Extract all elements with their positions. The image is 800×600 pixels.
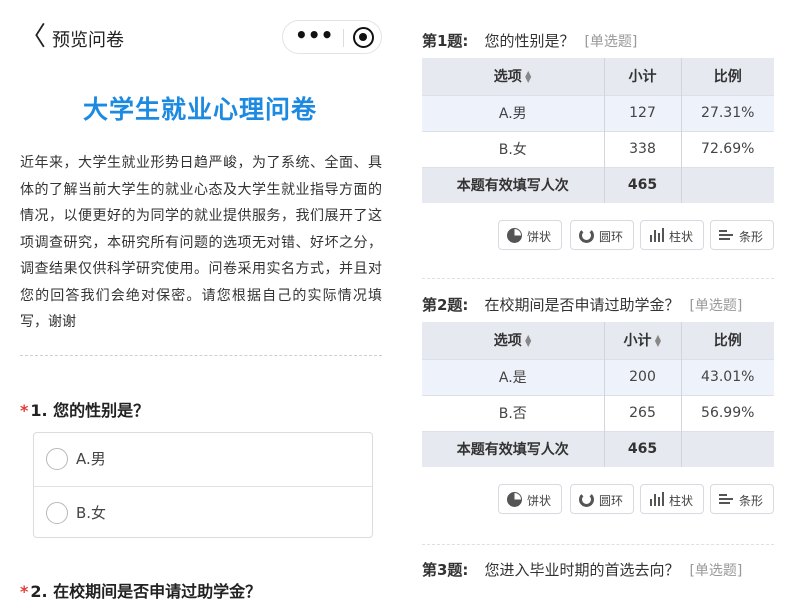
question-text: 在校期间是否申请过助学金？ — [484, 296, 680, 314]
question-number: 第1题: — [422, 32, 469, 50]
nav-bar: 〈 预览问卷 ••• — [0, 18, 400, 58]
survey-intro: 近年来，大学生就业形势日趋严峻，为了系统、全面、具体的了解当前大学生的就业心态及… — [20, 155, 382, 330]
header-count: 小计 — [604, 58, 682, 95]
question-1-title: * 1. 您的性别是？ — [20, 397, 149, 421]
option-label: A.男 — [76, 450, 106, 468]
pie-chart-icon — [507, 492, 522, 507]
cell-count: 265 — [604, 394, 682, 431]
question-1-text: 1. 您的性别是？ — [30, 401, 150, 420]
table-row: A.是 200 43.01% — [422, 358, 774, 395]
ring-chart-icon — [579, 492, 594, 507]
ring-chart-button[interactable]: 圆环 — [570, 220, 634, 250]
pie-chart-button[interactable]: 饼状 — [498, 484, 562, 514]
ring-chart-button[interactable]: 圆环 — [570, 484, 634, 514]
sort-icon[interactable]: ▲ ▼ — [655, 334, 662, 348]
question-text: 您的性别是？ — [484, 32, 575, 50]
table-row: B.否 265 56.99% — [422, 394, 774, 431]
mini-program-capsule: ••• — [282, 20, 382, 54]
question-type: [单选题] — [584, 34, 638, 50]
total-label: 本题有效填写人次 — [422, 166, 605, 203]
header-count[interactable]: 小计 ▲ ▼ — [604, 322, 682, 359]
sort-icon[interactable]: ▲ ▼ — [525, 70, 532, 84]
cell-option: B.否 — [422, 394, 605, 431]
pie-chart-button[interactable]: 饼状 — [498, 220, 562, 250]
header-option[interactable]: 选项 ▲ ▼ — [422, 322, 605, 359]
total-label: 本题有效填写人次 — [422, 430, 605, 467]
close-circle-icon[interactable] — [353, 27, 374, 48]
question-number: 第3题: — [422, 561, 469, 579]
horizontal-bar-icon — [719, 228, 734, 243]
question-type: [单选题] — [689, 563, 743, 579]
option-male[interactable]: A.男 — [34, 433, 372, 486]
question-2-text: 2. 在校期间是否申请过助学金？ — [30, 582, 262, 600]
result-q1-table: 选项 ▲ ▼ 小计 比例 A.男 127 27.31% B.女 338 72.69%… — [422, 58, 774, 203]
horizontal-bar-button[interactable]: 条形 — [710, 220, 774, 250]
table-total-row: 本题有效填写人次 465 — [422, 166, 774, 203]
horizontal-bar-button[interactable]: 条形 — [710, 484, 774, 514]
cell-ratio: 72.69% — [681, 130, 774, 167]
bar-chart-icon — [649, 228, 664, 243]
cell-option: A.男 — [422, 94, 605, 131]
cell-ratio: 56.99% — [681, 394, 774, 431]
question-type: [单选题] — [689, 298, 743, 314]
chart-type-buttons: 饼状 圆环 柱状 条形 — [498, 220, 778, 252]
option-female[interactable]: B.女 — [34, 486, 372, 539]
survey-preview-panel: 〈 预览问卷 ••• 大学生就业心理问卷 近年来，大学生就业形势日趋严峻，为了系… — [0, 0, 400, 600]
capsule-divider — [343, 29, 344, 47]
result-q3-header: 第3题: 您进入毕业时期的首选去向？ [单选题] — [422, 559, 742, 580]
table-total-row: 本题有效填写人次 465 — [422, 430, 774, 467]
option-label: B.女 — [76, 504, 107, 522]
page-title: 预览问卷 — [52, 30, 124, 51]
header-option[interactable]: 选项 ▲ ▼ — [422, 58, 605, 95]
cell-count: 338 — [604, 130, 682, 167]
question-2-title: * 2. 在校期间是否申请过助学金？ — [20, 578, 261, 600]
cell-count: 200 — [604, 358, 682, 395]
header-ratio: 比例 — [681, 322, 774, 359]
bar-chart-button[interactable]: 柱状 — [640, 484, 704, 514]
bar-chart-icon — [649, 492, 664, 507]
total-count: 465 — [604, 430, 682, 467]
total-empty — [681, 430, 774, 467]
radio-icon[interactable] — [46, 502, 68, 524]
question-text: 您进入毕业时期的首选去向？ — [484, 561, 680, 579]
section-divider — [422, 278, 774, 279]
sort-icon[interactable]: ▲ ▼ — [525, 334, 532, 348]
bar-chart-button[interactable]: 柱状 — [640, 220, 704, 250]
horizontal-bar-icon — [719, 492, 734, 507]
result-q2-table: 选项 ▲ ▼ 小计 ▲ ▼ 比例 A.是 200 43.01% B.否 265 56.9… — [422, 322, 774, 467]
section-divider — [422, 544, 774, 545]
section-divider — [20, 355, 382, 356]
cell-ratio: 27.31% — [681, 94, 774, 131]
required-mark: * — [20, 582, 29, 600]
result-q2-header: 第2题: 在校期间是否申请过助学金？ [单选题] — [422, 294, 742, 315]
radio-icon[interactable] — [46, 448, 68, 470]
header-ratio: 比例 — [681, 58, 774, 95]
more-icon[interactable]: ••• — [295, 24, 333, 50]
table-header-row: 选项 ▲ ▼ 小计 比例 — [422, 58, 774, 95]
total-empty — [681, 166, 774, 203]
back-icon[interactable]: 〈 — [20, 24, 46, 52]
cell-option: B.女 — [422, 130, 605, 167]
pie-chart-icon — [507, 228, 522, 243]
table-header-row: 选项 ▲ ▼ 小计 ▲ ▼ 比例 — [422, 322, 774, 359]
total-count: 465 — [604, 166, 682, 203]
required-mark: * — [20, 401, 29, 420]
cell-option: A.是 — [422, 358, 605, 395]
table-row: B.女 338 72.69% — [422, 130, 774, 167]
question-number: 第2题: — [422, 296, 469, 314]
results-panel: 第1题: 您的性别是？ [单选题] 选项 ▲ ▼ 小计 比例 A.男 127 27.31… — [400, 0, 800, 600]
cell-count: 127 — [604, 94, 682, 131]
result-q1-header: 第1题: 您的性别是？ [单选题] — [422, 30, 637, 51]
ring-chart-icon — [579, 228, 594, 243]
chart-type-buttons: 饼状 圆环 柱状 条形 — [498, 484, 778, 516]
table-row: A.男 127 27.31% — [422, 94, 774, 131]
question-1-options: A.男 B.女 — [33, 432, 373, 538]
cell-ratio: 43.01% — [681, 358, 774, 395]
survey-title: 大学生就业心理问卷 — [82, 95, 317, 124]
